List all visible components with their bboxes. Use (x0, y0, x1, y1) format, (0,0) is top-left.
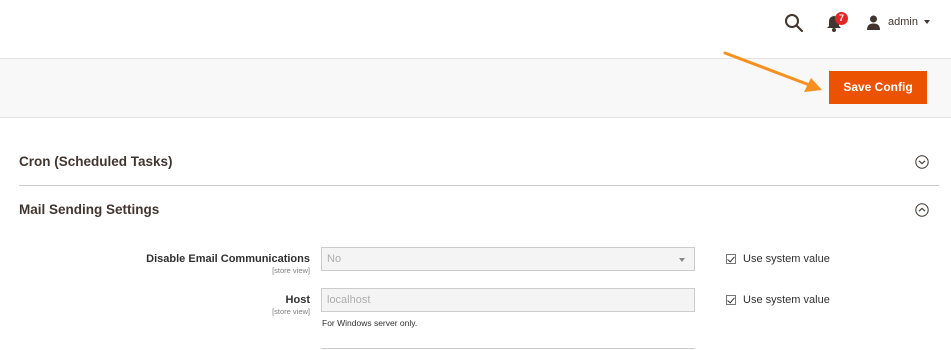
field-label-text: Host (285, 294, 310, 306)
checkbox-label: Use system value (743, 253, 830, 265)
next-field-edge (321, 348, 695, 349)
admin-user-name: admin (888, 16, 918, 28)
search-icon[interactable] (784, 13, 804, 33)
chevron-up-circle-icon[interactable] (915, 203, 929, 217)
use-system-value-checkbox-1[interactable]: Use system value (726, 253, 830, 265)
caret-down-icon (923, 20, 930, 24)
section-mail-sending[interactable]: Mail Sending Settings (19, 198, 939, 222)
field-scope: [store view] (272, 266, 310, 275)
field-note: For Windows server only. (322, 318, 418, 328)
select-arrow-icon (679, 258, 685, 262)
annotation-arrow (723, 51, 822, 92)
field-label-host: Host [store view] (19, 294, 310, 316)
notification-count-badge[interactable]: 7 (835, 12, 848, 25)
user-icon (867, 15, 880, 30)
save-config-button[interactable]: Save Config (829, 71, 927, 104)
disable-email-select[interactable]: No (321, 247, 695, 271)
select-value: No (327, 253, 342, 265)
checkbox-label: Use system value (743, 294, 830, 306)
field-label-text: Disable Email Communications (146, 253, 310, 265)
section-divider (19, 185, 939, 186)
checkbox-icon[interactable] (726, 254, 736, 264)
field-scope: [store view] (272, 307, 310, 316)
field-label-disable-email: Disable Email Communications [store view… (19, 253, 310, 275)
section-cron[interactable]: Cron (Scheduled Tasks) (19, 150, 939, 174)
checkbox-icon[interactable] (726, 295, 736, 305)
section-title-cron: Cron (Scheduled Tasks) (19, 154, 173, 169)
admin-user-menu[interactable]: admin (866, 13, 930, 31)
chevron-down-circle-icon[interactable] (915, 155, 929, 169)
input-placeholder: localhost (327, 294, 371, 306)
section-title-mail-sending: Mail Sending Settings (19, 202, 160, 217)
use-system-value-checkbox-2[interactable]: Use system value (726, 294, 830, 306)
host-input[interactable]: localhost (321, 288, 695, 312)
